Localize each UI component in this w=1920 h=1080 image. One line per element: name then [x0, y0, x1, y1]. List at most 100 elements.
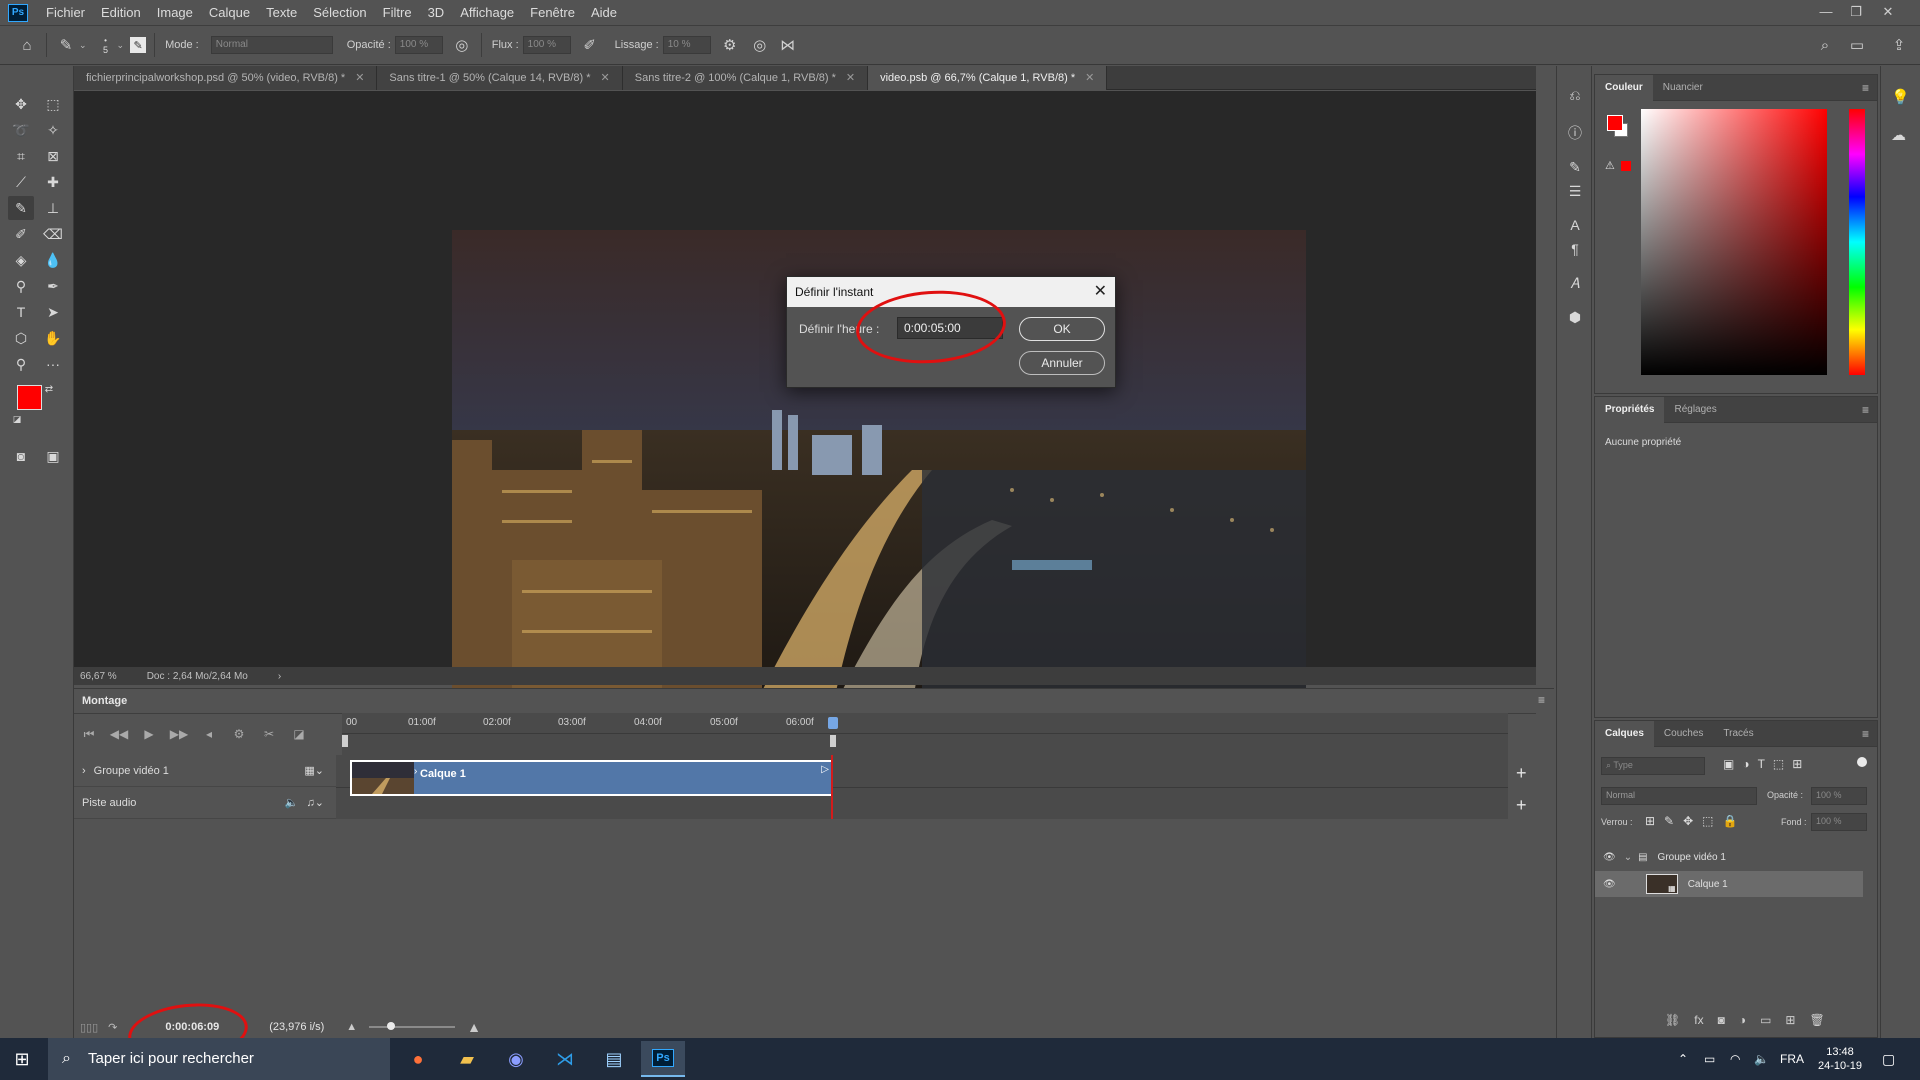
more-tools-icon[interactable]: ···: [40, 352, 66, 376]
info-icon[interactable]: ⓘ: [1562, 122, 1588, 144]
discord-icon[interactable]: ◉: [494, 1041, 538, 1077]
work-area-start-handle[interactable]: [342, 735, 348, 747]
previous-frame-icon[interactable]: ◀◀: [104, 722, 134, 746]
zoom-level[interactable]: 66,67 %: [80, 671, 117, 682]
tab-nuancier[interactable]: Nuancier: [1653, 75, 1713, 101]
menu-fichier[interactable]: Fichier: [38, 0, 93, 25]
panel-menu-icon[interactable]: ≡: [1538, 693, 1545, 707]
close-tab-icon[interactable]: ✕: [1085, 72, 1094, 84]
foreground-color-swatch[interactable]: [17, 385, 42, 410]
tab-couleur[interactable]: Couleur: [1595, 74, 1653, 101]
paint-bucket-tool-icon[interactable]: ◈: [8, 248, 34, 272]
panel-menu-icon[interactable]: ≡: [1862, 81, 1869, 95]
pressure-size-icon[interactable]: ◎: [749, 34, 771, 56]
menu-edition[interactable]: Edition: [93, 0, 149, 25]
blend-mode-select[interactable]: Normal: [1601, 787, 1757, 805]
add-mask-icon[interactable]: ◙: [1718, 1013, 1725, 1027]
audio-track[interactable]: Piste audio 🔈 ♫⌄: [74, 787, 336, 819]
doc-tab[interactable]: Sans titre-1 @ 50% (Calque 14, RVB/8) * ✕: [377, 65, 623, 90]
layer-filter-icons[interactable]: ▣◑T⬚⊞: [1723, 757, 1810, 771]
ok-button[interactable]: OK: [1019, 317, 1105, 341]
slider-thumb[interactable]: [387, 1022, 396, 1030]
firefox-icon[interactable]: ●: [396, 1041, 440, 1077]
brush-tool-icon[interactable]: ✎: [55, 34, 77, 56]
panel-menu-icon[interactable]: ≡: [1862, 403, 1869, 417]
menu-image[interactable]: Image: [149, 0, 201, 25]
menu-filtre[interactable]: Filtre: [375, 0, 420, 25]
menu-aide[interactable]: Aide: [583, 0, 625, 25]
tab-calques[interactable]: Calques: [1595, 720, 1654, 747]
layer-row[interactable]: 👁 ⌄ ▤ Groupe vidéo 1: [1595, 845, 1863, 869]
film-icon[interactable]: ▦⌄: [304, 764, 324, 777]
chevron-right-icon[interactable]: ›: [414, 766, 417, 777]
notifications-icon[interactable]: ▢: [1882, 1038, 1895, 1080]
vscode-icon[interactable]: ⋊: [543, 1041, 587, 1077]
add-audio-icon[interactable]: +: [1516, 795, 1527, 816]
cancel-button[interactable]: Annuler: [1019, 351, 1105, 375]
learn-icon[interactable]: 💡: [1891, 88, 1910, 106]
adjustment-layer-icon[interactable]: ◑: [1739, 1013, 1746, 1027]
minimize-icon[interactable]: —: [1812, 0, 1840, 25]
dodge-tool-icon[interactable]: ⚲: [8, 274, 34, 298]
tab-couches[interactable]: Couches: [1654, 721, 1713, 747]
play-icon[interactable]: ▶: [134, 722, 164, 746]
time-ruler[interactable]: 00 01:00f 02:00f 03:00f 04:00f 05:00f 06…: [342, 713, 1508, 755]
zoom-in-icon[interactable]: ▲: [467, 1019, 481, 1035]
close-tab-icon[interactable]: ✕: [601, 72, 610, 84]
layer-filter-input[interactable]: ⌕ Type: [1601, 757, 1705, 775]
search-icon[interactable]: ⌕: [1814, 34, 1836, 56]
playhead-marker[interactable]: [828, 717, 838, 729]
shape-tool-icon[interactable]: ⬡: [8, 326, 34, 350]
brush-size-preset[interactable]: • 5: [99, 36, 113, 55]
menu-affichage[interactable]: Affichage: [452, 0, 522, 25]
path-select-tool-icon[interactable]: ➤: [40, 300, 66, 324]
history-brush-tool-icon[interactable]: ✐: [8, 222, 34, 246]
brush-panel-toggle-icon[interactable]: ✎: [130, 37, 147, 53]
eyedropper-tool-icon[interactable]: ⟋: [8, 170, 34, 194]
clip-menu-icon[interactable]: ▷: [821, 764, 829, 775]
timeline-tab[interactable]: Montage: [74, 689, 136, 713]
taskbar-search-input[interactable]: ⌕ Taper ici pour rechercher: [48, 1038, 390, 1080]
libraries-icon[interactable]: ☁: [1891, 126, 1906, 144]
wifi-icon[interactable]: ◠: [1730, 1038, 1740, 1080]
photoshop-taskbar-icon[interactable]: Ps: [641, 1041, 685, 1077]
stamp-tool-icon[interactable]: ⊥: [40, 196, 66, 220]
chevron-right-icon[interactable]: ›: [82, 765, 86, 777]
adjustments-icon[interactable]: ☰: [1562, 180, 1588, 202]
chevron-down-icon[interactable]: ⌄: [1624, 852, 1632, 863]
close-window-icon[interactable]: ✕: [1874, 0, 1902, 25]
blur-tool-icon[interactable]: 💧: [40, 248, 66, 272]
quick-select-tool-icon[interactable]: ✧: [40, 118, 66, 142]
healing-tool-icon[interactable]: ✚: [40, 170, 66, 194]
tab-reglages[interactable]: Réglages: [1664, 397, 1726, 423]
first-frame-icon[interactable]: ⏮: [74, 722, 104, 746]
close-icon[interactable]: ✕: [1094, 277, 1107, 307]
lasso-tool-icon[interactable]: ➰: [8, 118, 34, 142]
link-layers-icon[interactable]: ⛓: [1665, 1013, 1680, 1027]
mute-icon[interactable]: ◂: [194, 722, 224, 746]
web-color-swatch[interactable]: [1621, 161, 1631, 171]
pressure-opacity-icon[interactable]: ◎: [451, 34, 473, 56]
quick-mask-icon[interactable]: ◙: [8, 444, 34, 468]
character-icon[interactable]: A: [1562, 214, 1588, 236]
new-group-icon[interactable]: ▭: [1760, 1013, 1771, 1027]
split-clip-icon[interactable]: ✂: [254, 722, 284, 746]
windows-start-icon[interactable]: ⊞: [0, 1041, 44, 1077]
video-clip[interactable]: Calque 1 › ▷: [350, 760, 833, 796]
battery-icon[interactable]: ▭: [1704, 1038, 1715, 1080]
new-layer-icon[interactable]: ⊞: [1785, 1013, 1795, 1027]
menu-3d[interactable]: 3D: [420, 0, 453, 25]
paragraph-icon[interactable]: ¶: [1562, 238, 1588, 260]
doc-tab[interactable]: Sans titre-2 @ 100% (Calque 1, RVB/8) * ✕: [622, 65, 869, 90]
zoom-tool-icon[interactable]: ⚲: [8, 352, 34, 376]
doc-tab-active[interactable]: video.psb @ 66,7% (Calque 1, RVB/8) * ✕: [868, 65, 1108, 90]
color-field[interactable]: [1641, 109, 1827, 375]
close-tab-icon[interactable]: ✕: [355, 72, 364, 84]
dropdown-arrow-icon[interactable]: ⌄: [117, 40, 125, 51]
language-indicator[interactable]: FRA: [1780, 1038, 1804, 1080]
add-media-icon[interactable]: +: [1516, 763, 1527, 784]
mode-select[interactable]: Normal: [210, 36, 333, 54]
settings-icon[interactable]: ⚙: [224, 722, 254, 746]
chevron-right-icon[interactable]: ›: [278, 671, 281, 682]
menu-fenetre[interactable]: Fenêtre: [522, 0, 583, 25]
